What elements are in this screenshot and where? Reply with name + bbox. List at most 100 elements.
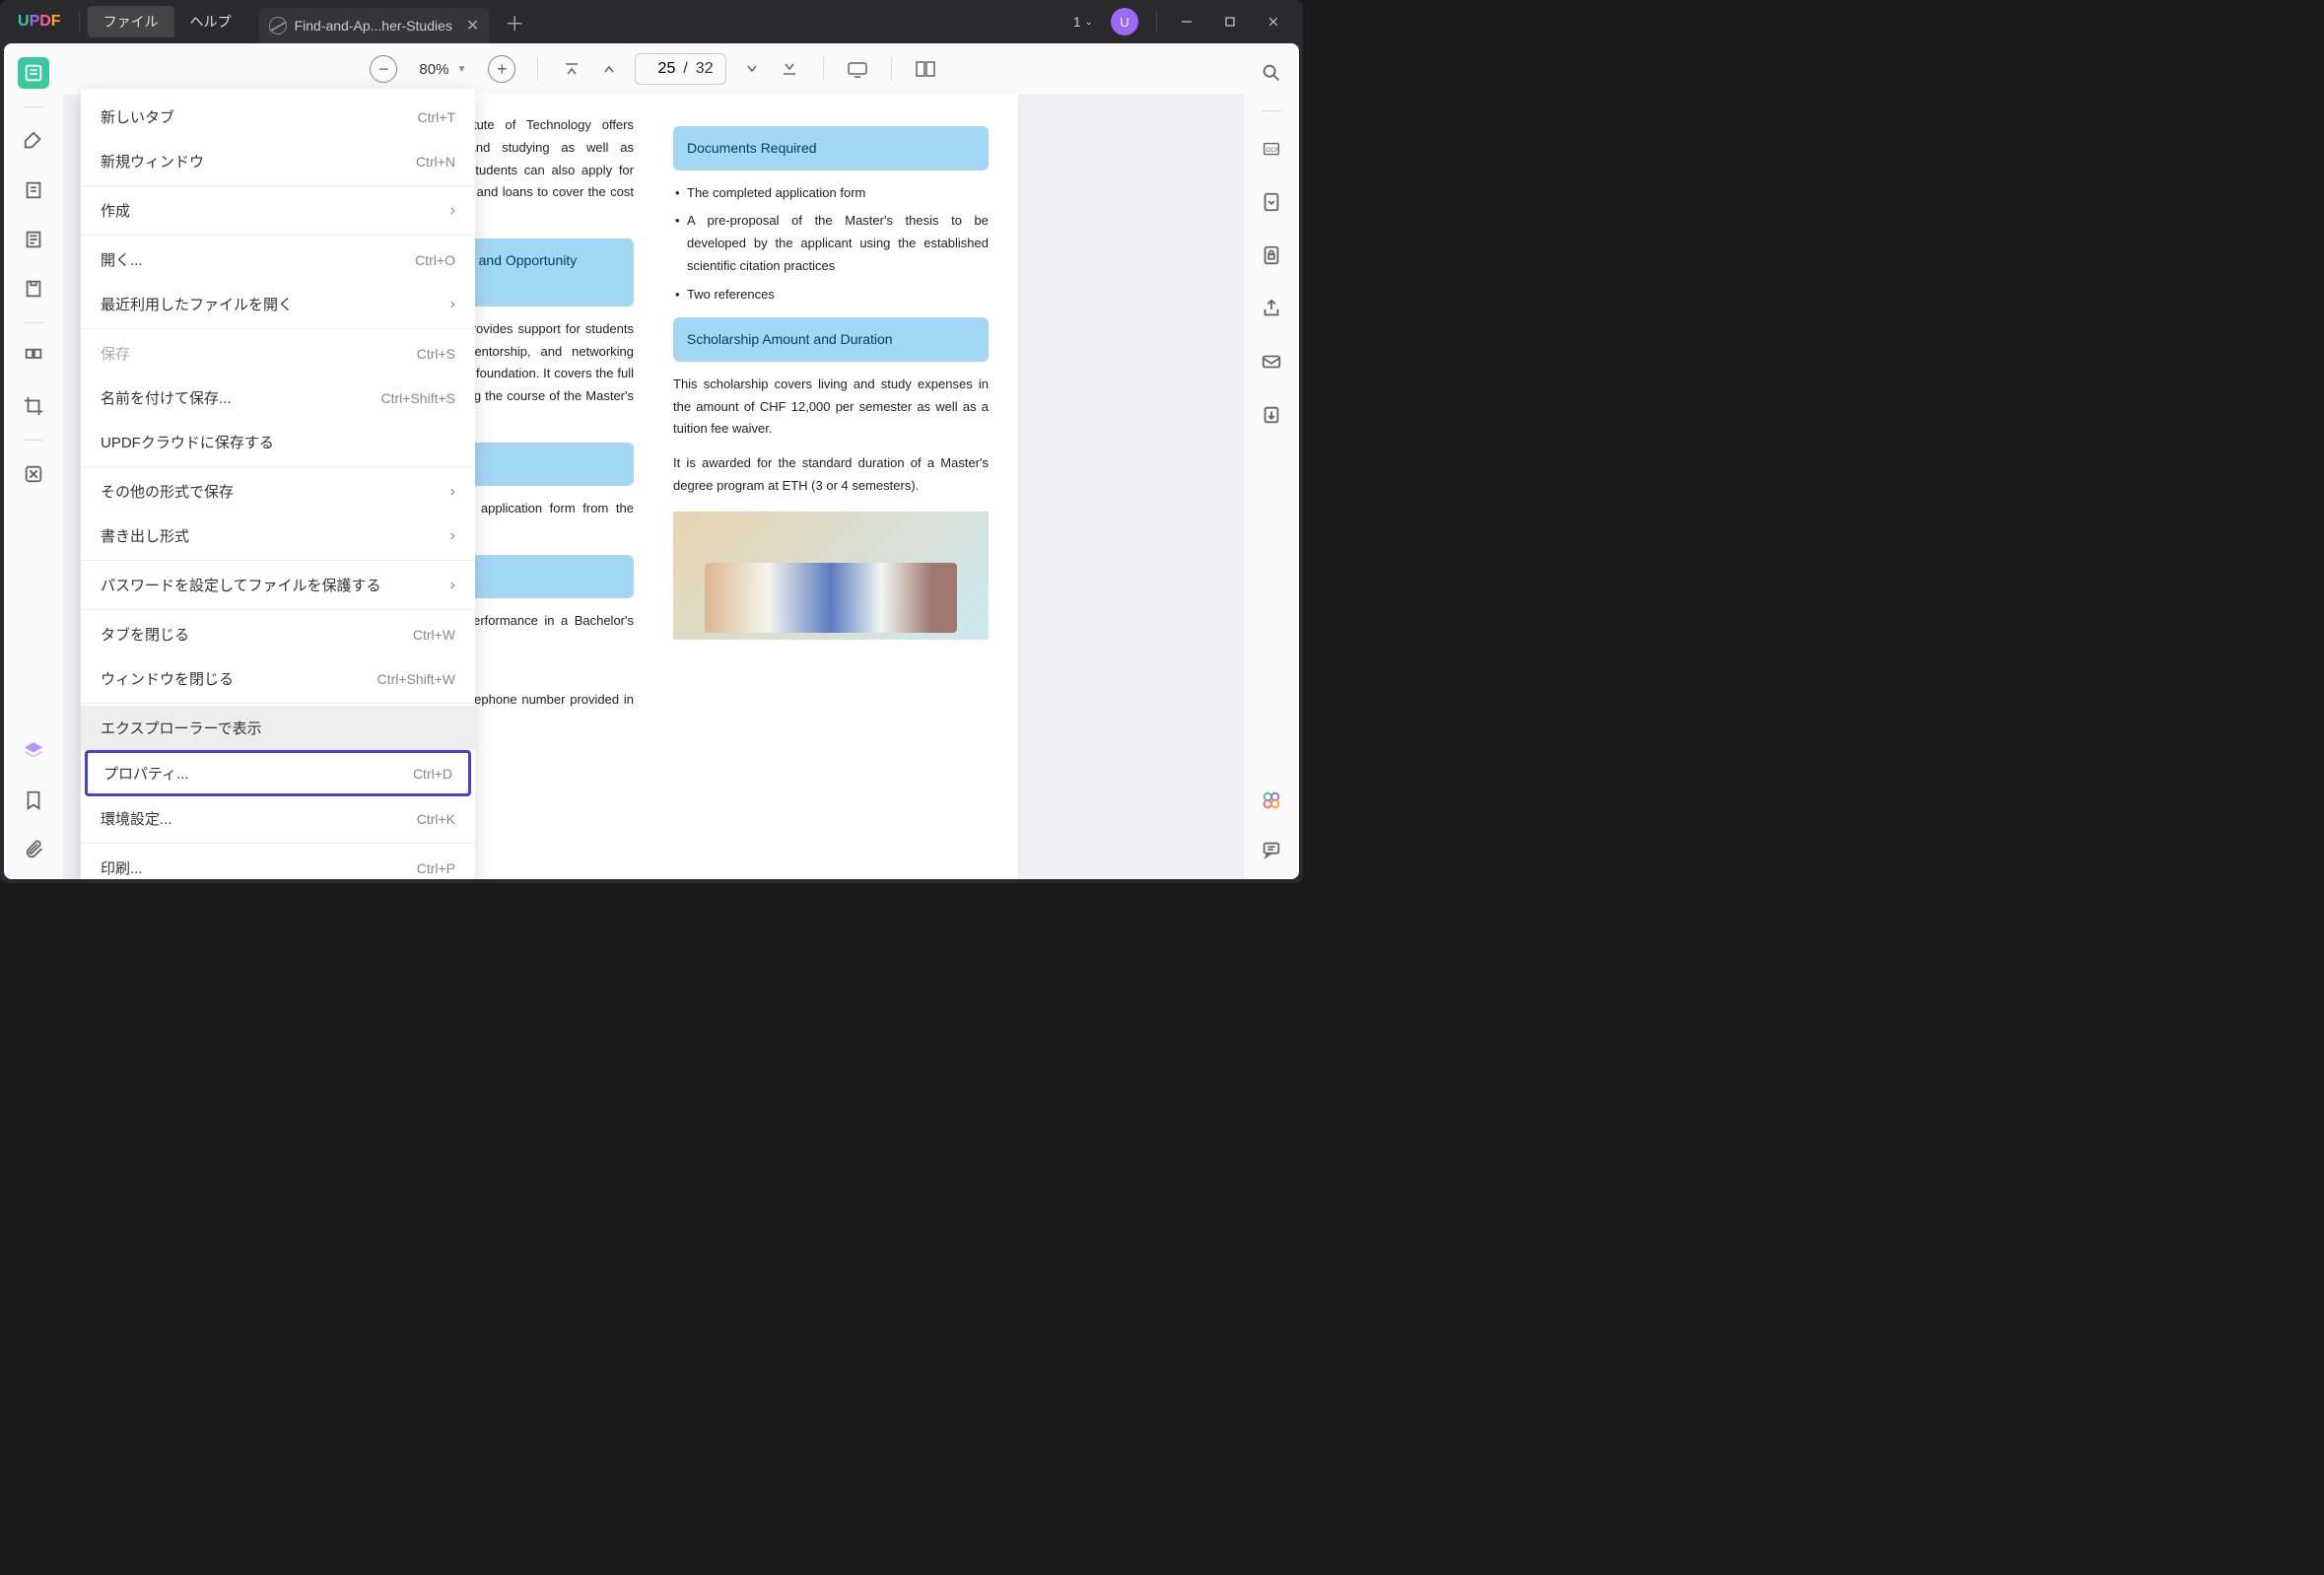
page-current-input[interactable] bbox=[648, 60, 675, 78]
crop-icon[interactable] bbox=[18, 390, 49, 422]
divider bbox=[1156, 12, 1157, 32]
toolbar-separator bbox=[823, 57, 824, 81]
prev-page-icon[interactable] bbox=[597, 57, 621, 81]
menu-save-as[interactable]: 名前を付けて保存...Ctrl+Shift+S bbox=[81, 376, 475, 420]
search-icon[interactable] bbox=[1256, 57, 1287, 89]
organize-icon[interactable] bbox=[18, 341, 49, 373]
menu-open[interactable]: 開く...Ctrl+O bbox=[81, 238, 475, 282]
form-icon[interactable] bbox=[18, 273, 49, 305]
zoom-dropdown-icon[interactable]: ▼ bbox=[456, 64, 466, 75]
classroom-photo bbox=[673, 512, 989, 640]
menu-print[interactable]: 印刷...Ctrl+P bbox=[81, 846, 475, 879]
menu-new-window[interactable]: 新規ウィンドウCtrl+N bbox=[81, 139, 475, 183]
chevron-right-icon: › bbox=[450, 202, 455, 220]
menu-cloud-save[interactable]: UPDFクラウドに保存する bbox=[81, 420, 475, 464]
menu-separator bbox=[81, 466, 475, 467]
presentation-icon[interactable] bbox=[846, 57, 869, 81]
protect-icon[interactable] bbox=[1256, 240, 1287, 271]
menu-preferences[interactable]: 環境設定...Ctrl+K bbox=[81, 796, 475, 841]
section-heading: Documents Required bbox=[673, 126, 989, 171]
page-separator: / bbox=[683, 60, 687, 78]
menu-export[interactable]: 書き出し形式› bbox=[81, 514, 475, 558]
menu-separator bbox=[81, 328, 475, 329]
file-menu-dropdown: 新しいタブCtrl+T 新規ウィンドウCtrl+N 作成› 開く...Ctrl+… bbox=[81, 89, 475, 879]
titlebar: UPDF ファイル ヘルプ Find-and-Ap...her-Studies … bbox=[0, 0, 1303, 43]
document-tab[interactable]: Find-and-Ap...her-Studies ✕ bbox=[259, 8, 490, 43]
menu-separator bbox=[81, 703, 475, 704]
menu-separator bbox=[81, 185, 475, 186]
menu-properties[interactable]: プロパティ...Ctrl+D bbox=[85, 750, 471, 796]
divider bbox=[79, 12, 80, 32]
close-tab-icon[interactable]: ✕ bbox=[466, 16, 479, 35]
app-window: UPDF ファイル ヘルプ Find-and-Ap...her-Studies … bbox=[0, 0, 1303, 883]
minimize-button[interactable] bbox=[1165, 0, 1208, 43]
zoom-in-button[interactable]: + bbox=[488, 55, 515, 83]
list-item: A pre-proposal of the Master's thesis to… bbox=[675, 210, 989, 277]
email-icon[interactable] bbox=[1256, 346, 1287, 377]
menu-separator bbox=[81, 843, 475, 844]
menu-separator bbox=[81, 235, 475, 236]
page-edit-icon[interactable] bbox=[18, 224, 49, 255]
menu-close-window[interactable]: ウィンドウを閉じるCtrl+Shift+W bbox=[81, 656, 475, 701]
comment-icon[interactable] bbox=[1256, 834, 1287, 865]
compress-icon[interactable] bbox=[1256, 186, 1287, 218]
rail-separator bbox=[24, 106, 43, 107]
window-count[interactable]: 1⌄ bbox=[1065, 14, 1101, 30]
chevron-right-icon: › bbox=[450, 527, 455, 545]
right-column: Documents Required The completed applica… bbox=[673, 114, 989, 840]
updf-logo: UPDF bbox=[8, 13, 71, 31]
edit-text-icon[interactable] bbox=[18, 174, 49, 206]
zoom-level[interactable]: 80%▼ bbox=[411, 61, 474, 78]
chevron-right-icon: › bbox=[450, 577, 455, 594]
menu-other-format[interactable]: その他の形式で保存› bbox=[81, 469, 475, 514]
menu-close-tab[interactable]: タブを閉じるCtrl+W bbox=[81, 612, 475, 656]
share-icon[interactable] bbox=[1256, 293, 1287, 324]
redact-icon[interactable] bbox=[18, 458, 49, 490]
last-page-icon[interactable] bbox=[778, 57, 801, 81]
rail-separator bbox=[24, 322, 43, 323]
page-view-icon[interactable] bbox=[914, 57, 937, 81]
tab-file-icon bbox=[269, 17, 287, 34]
page-total: 32 bbox=[696, 60, 714, 78]
chevron-right-icon: › bbox=[450, 296, 455, 313]
highlighter-icon[interactable] bbox=[18, 125, 49, 157]
toolbar: − 80%▼ + / 32 bbox=[63, 43, 1244, 95]
menu-protect[interactable]: パスワードを設定してファイルを保護する› bbox=[81, 563, 475, 607]
menu-show-in-explorer[interactable]: エクスプローラーで表示 bbox=[81, 706, 475, 750]
next-page-icon[interactable] bbox=[740, 57, 764, 81]
right-rail: OCR bbox=[1244, 43, 1299, 879]
main-area: − 80%▼ + / 32 bbox=[4, 43, 1299, 879]
layers-icon[interactable] bbox=[18, 735, 49, 767]
toolbar-separator bbox=[537, 57, 538, 81]
bookmark-icon[interactable] bbox=[18, 785, 49, 816]
user-avatar[interactable]: U bbox=[1111, 8, 1138, 35]
left-rail bbox=[4, 43, 63, 879]
save-cloud-icon[interactable] bbox=[1256, 399, 1287, 431]
list-item: The completed application form bbox=[675, 182, 989, 205]
menu-save: 保存Ctrl+S bbox=[81, 331, 475, 376]
tab-title: Find-and-Ap...her-Studies bbox=[295, 18, 452, 34]
svg-text:OCR: OCR bbox=[1266, 147, 1281, 154]
menu-help[interactable]: ヘルプ bbox=[174, 6, 247, 37]
menu-separator bbox=[81, 609, 475, 610]
page-number-box[interactable]: / 32 bbox=[635, 53, 725, 85]
zoom-out-button[interactable]: − bbox=[370, 55, 397, 83]
first-page-icon[interactable] bbox=[560, 57, 583, 81]
ocr-icon[interactable]: OCR bbox=[1256, 133, 1287, 165]
menu-recent[interactable]: 最近利用したファイルを開く› bbox=[81, 282, 475, 326]
close-window-button[interactable] bbox=[1252, 0, 1295, 43]
ai-icon[interactable] bbox=[1256, 785, 1287, 816]
maximize-button[interactable] bbox=[1208, 0, 1252, 43]
add-tab-button[interactable]: ＋ bbox=[505, 8, 524, 36]
list-item: Two references bbox=[675, 284, 989, 307]
chevron-right-icon: › bbox=[450, 483, 455, 501]
toolbar-separator bbox=[891, 57, 892, 81]
menu-separator bbox=[81, 560, 475, 561]
rail-separator bbox=[1262, 110, 1281, 111]
attachment-icon[interactable] bbox=[18, 834, 49, 865]
menu-new-tab[interactable]: 新しいタブCtrl+T bbox=[81, 95, 475, 139]
reader-mode-icon[interactable] bbox=[18, 57, 49, 89]
menu-file[interactable]: ファイル bbox=[88, 6, 174, 37]
paragraph: This scholarship covers living and study… bbox=[673, 374, 989, 441]
menu-create[interactable]: 作成› bbox=[81, 188, 475, 233]
